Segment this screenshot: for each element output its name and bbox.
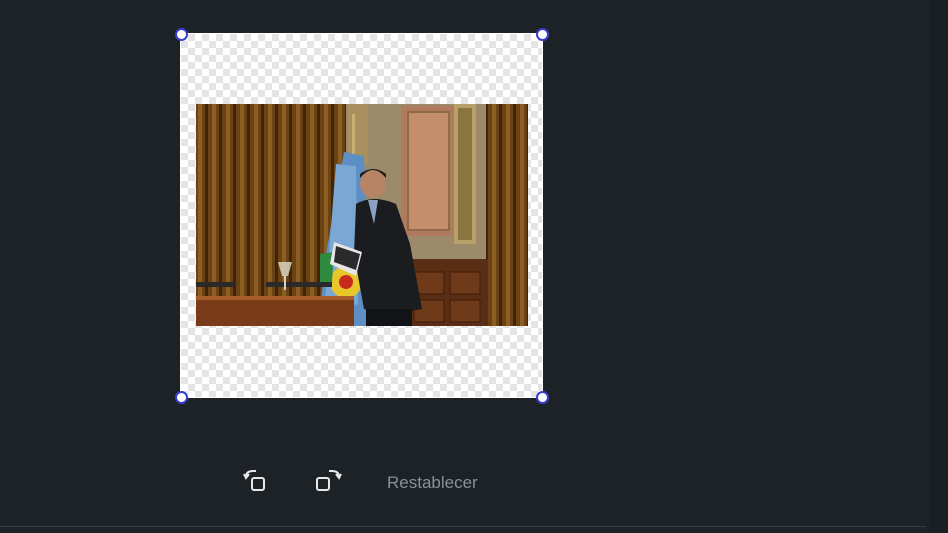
rotate-right-button[interactable] [313, 467, 343, 497]
crop-region[interactable] [180, 33, 543, 398]
crop-handle-top-left[interactable] [175, 28, 188, 41]
scroll-gutter [930, 0, 948, 533]
rotate-left-icon [243, 470, 265, 491]
photo-image [196, 104, 528, 326]
crop-handle-bottom-right[interactable] [536, 391, 549, 404]
reset-button[interactable]: Restablecer [387, 473, 478, 493]
divider [0, 526, 926, 527]
rotate-left-button[interactable] [242, 467, 272, 497]
crop-handle-bottom-left[interactable] [175, 391, 188, 404]
rotate-right-icon [316, 470, 342, 491]
crop-handle-top-right[interactable] [536, 28, 549, 41]
image-editor-canvas: Restablecer [0, 0, 948, 533]
